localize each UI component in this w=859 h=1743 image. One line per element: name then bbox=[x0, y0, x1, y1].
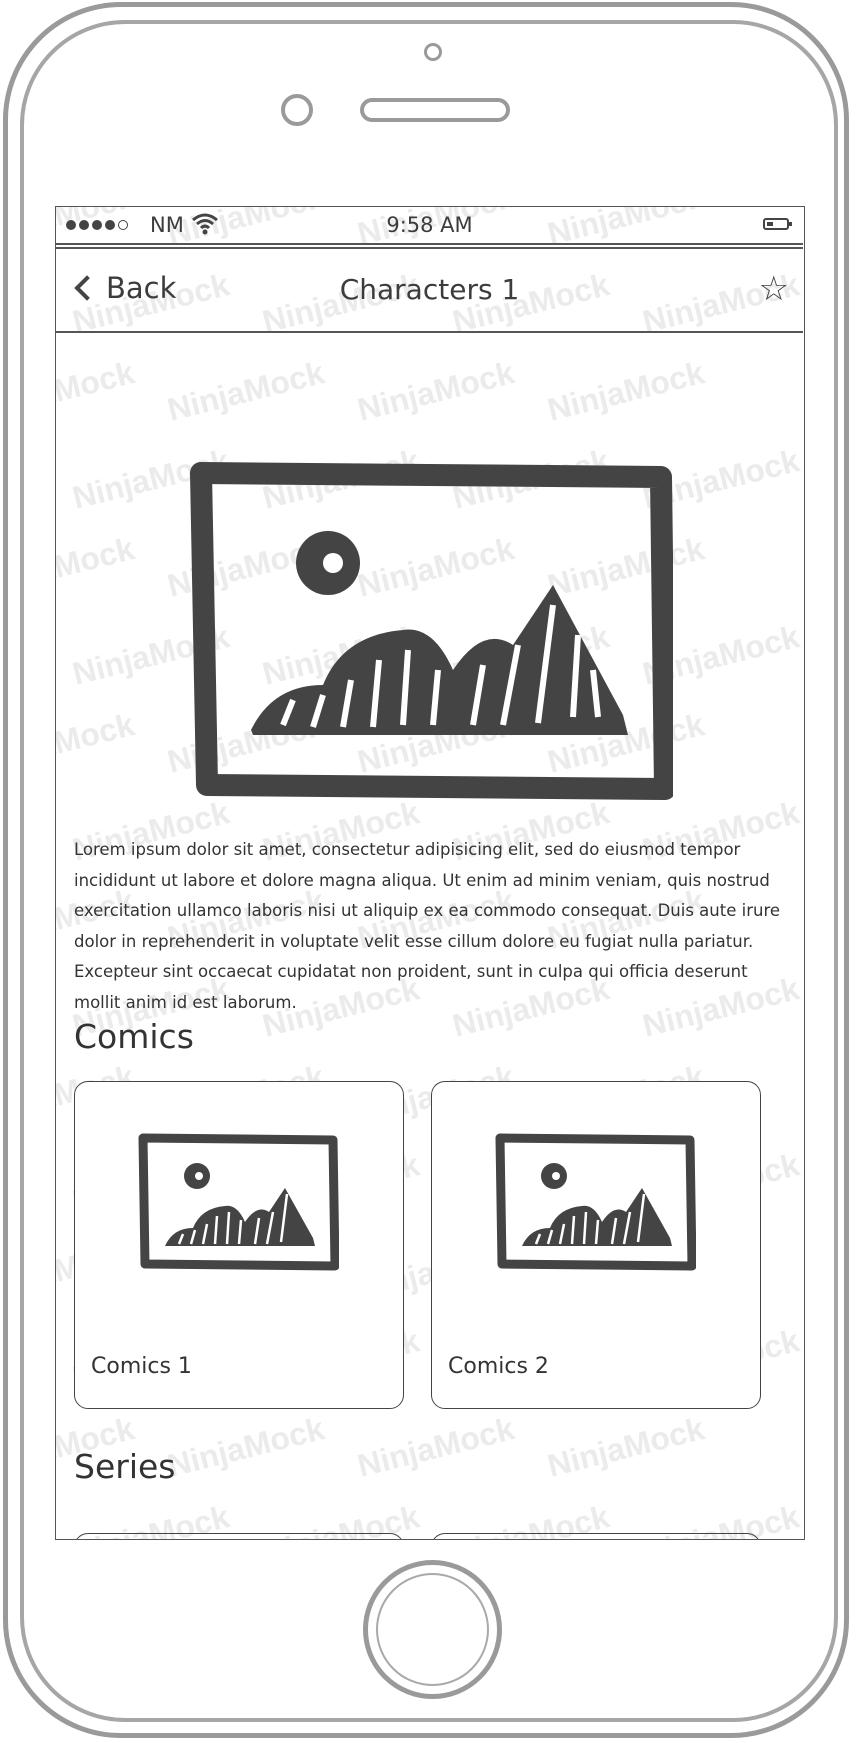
comics-heading: Comics bbox=[74, 1017, 194, 1056]
watermark-text: NinjaMock bbox=[55, 354, 138, 428]
watermark-text: NinjaMock bbox=[353, 1410, 518, 1484]
home-button[interactable] bbox=[363, 1560, 502, 1699]
speaker-grille bbox=[360, 98, 510, 122]
status-time: 9:58 AM bbox=[386, 213, 473, 237]
watermark-text: NinjaMock bbox=[353, 354, 518, 428]
watermark-text: NinjaMock bbox=[55, 530, 138, 604]
sensor-icon bbox=[281, 94, 313, 126]
watermark-text: NinjaMock bbox=[163, 1410, 328, 1484]
comic-card-2[interactable]: Comics 2 bbox=[431, 1081, 761, 1409]
watermark-text: NinjaMock bbox=[55, 706, 138, 780]
device-screen: NinjaMock NinjaMock NinjaMock NinjaMock Ninj… bbox=[55, 206, 805, 1540]
status-bar: NM 9:58 AM bbox=[56, 207, 803, 245]
image-placeholder-icon bbox=[190, 462, 673, 800]
series-heading: Series bbox=[74, 1447, 176, 1486]
camera-icon bbox=[424, 43, 442, 61]
image-placeholder-icon bbox=[138, 1133, 339, 1271]
series-card-2[interactable] bbox=[431, 1533, 761, 1539]
card-label: Comics 1 bbox=[91, 1354, 192, 1379]
page-title: Characters 1 bbox=[339, 273, 520, 306]
image-placeholder-icon bbox=[495, 1133, 696, 1271]
star-icon[interactable]: ☆ bbox=[759, 269, 789, 309]
watermark-text: NinjaMock bbox=[163, 354, 328, 428]
watermark-text: NinjaMock bbox=[543, 354, 708, 428]
navigation-bar: Back Characters 1 ☆ bbox=[56, 247, 803, 333]
card-label: Comics 2 bbox=[448, 1354, 549, 1379]
watermark-text: NinjaMock bbox=[543, 1410, 708, 1484]
series-card-1[interactable] bbox=[74, 1533, 404, 1539]
character-description: Lorem ipsum dolor sit amet, consectetur … bbox=[74, 840, 781, 1012]
battery-icon bbox=[763, 218, 792, 230]
comic-card-1[interactable]: Comics 1 bbox=[74, 1081, 404, 1409]
